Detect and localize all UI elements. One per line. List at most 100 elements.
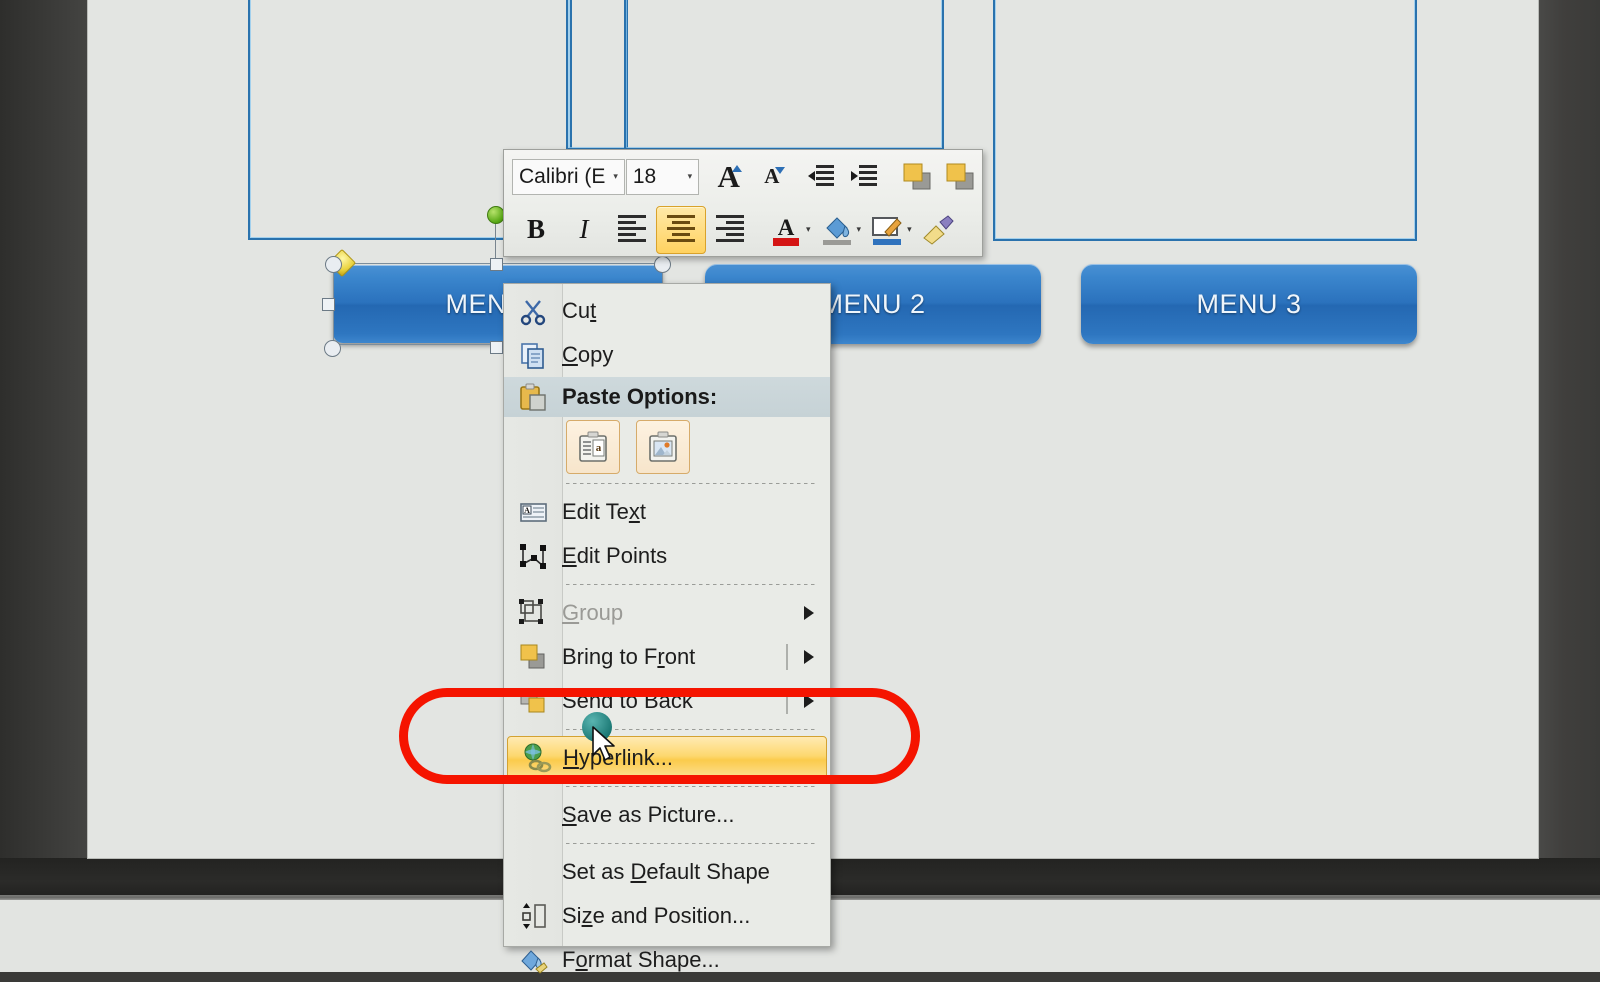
triangle-down-icon xyxy=(775,166,786,174)
context-menu-item-copy-label: Copy xyxy=(562,342,614,367)
resize-handle-top-right[interactable] xyxy=(654,256,671,273)
send-to-back-icon xyxy=(516,684,550,718)
italic-button[interactable]: I xyxy=(560,207,608,253)
font-color-button[interactable]: A xyxy=(762,207,810,253)
placeholder-box-3[interactable] xyxy=(624,0,944,150)
align-left-icon xyxy=(618,214,646,245)
context-menu-item-hyperlink-label: Hyperlink... xyxy=(563,745,674,770)
context-menu-item-hyperlink[interactable]: Hyperlink... xyxy=(507,736,827,780)
format-painter-button[interactable] xyxy=(914,207,962,253)
paste-use-destination-theme-button[interactable]: a xyxy=(566,420,620,474)
shape-menu-2-label: MENU 2 xyxy=(820,288,926,319)
click-indicator-dot xyxy=(582,712,612,742)
context-menu-separator-2 xyxy=(566,584,816,585)
paste-icon xyxy=(516,380,550,414)
align-right-button[interactable] xyxy=(706,207,754,253)
context-menu-item-group[interactable]: Group xyxy=(504,591,830,635)
grow-font-button[interactable]: A xyxy=(707,154,750,200)
context-menu-item-bring-to-front[interactable]: Bring to Front xyxy=(504,635,830,679)
font-size-combobox[interactable]: 18 ▾ xyxy=(625,158,700,195)
bring-forward-button[interactable] xyxy=(896,154,939,200)
submenu-divider xyxy=(786,688,788,714)
resize-handle-middle-left[interactable] xyxy=(322,298,335,311)
context-menu-item-set-as-default-shape-label: Set as Default Shape xyxy=(562,859,770,884)
placeholder-box-2[interactable] xyxy=(566,0,628,150)
resize-handle-top-left[interactable] xyxy=(325,256,342,273)
paste-use-destination-theme-icon: a xyxy=(579,431,607,462)
context-menu-item-set-as-default-shape[interactable]: Set as Default Shape xyxy=(504,850,830,894)
font-name-value: Calibri (E xyxy=(519,164,606,188)
mini-formatting-toolbar[interactable]: Calibri (E ▾ 18 ▾ A A B I A ▾ ▾ ▾ xyxy=(503,149,983,257)
context-menu-separator-5 xyxy=(566,843,816,844)
context-menu-item-edit-text-label: Edit Text xyxy=(562,499,646,524)
decrease-indent-icon xyxy=(808,164,835,186)
shrink-font-button[interactable]: A xyxy=(750,154,793,200)
font-color-icon: A xyxy=(773,215,799,246)
bold-button[interactable]: B xyxy=(512,207,560,253)
resize-handle-top-center[interactable] xyxy=(490,258,503,271)
context-menu-item-paste-options: Paste Options: xyxy=(504,377,830,417)
align-center-button[interactable] xyxy=(656,205,706,254)
shape-menu-3-label: MENU 3 xyxy=(1196,288,1302,319)
placeholder-box-4[interactable] xyxy=(993,0,1417,241)
increase-indent-button[interactable] xyxy=(843,154,886,200)
context-menu-item-edit-points[interactable]: Edit Points xyxy=(504,534,830,578)
chevron-down-icon[interactable]: ▾ xyxy=(613,171,618,182)
align-left-button[interactable] xyxy=(608,207,656,253)
context-menu-item-group-label: Group xyxy=(562,600,624,625)
context-menu-item-edit-text[interactable]: A Edit Text xyxy=(504,490,830,534)
svg-text:A: A xyxy=(778,215,795,240)
chevron-right-icon xyxy=(804,606,814,620)
context-menu-item-cut[interactable]: Cut xyxy=(504,289,830,333)
context-menu-item-send-to-back[interactable]: Send to Back xyxy=(504,679,830,723)
resize-handle-bottom-center[interactable] xyxy=(490,341,503,354)
bring-to-front-icon xyxy=(516,640,550,674)
copy-icon xyxy=(516,338,550,372)
svg-text:a: a xyxy=(596,442,602,454)
increase-indent-icon xyxy=(851,164,878,186)
format-painter-icon xyxy=(922,214,954,245)
fill-color-button[interactable] xyxy=(813,207,861,253)
chevron-right-icon[interactable] xyxy=(804,650,814,664)
resize-handle-bottom-left[interactable] xyxy=(324,340,341,357)
bold-label: B xyxy=(526,214,545,244)
decrease-indent-button[interactable] xyxy=(799,154,842,200)
triangle-up-icon xyxy=(732,164,743,172)
context-menu-item-format-shape-label: Format Shape... xyxy=(562,947,720,972)
align-center-icon xyxy=(667,214,695,245)
context-menu-item-size-and-position-label: Size and Position... xyxy=(562,903,751,928)
context-menu-item-bring-to-front-label: Bring to Front xyxy=(562,644,696,669)
submenu-divider xyxy=(786,644,788,670)
context-menu-separator-4 xyxy=(566,786,816,787)
chevron-down-icon[interactable]: ▾ xyxy=(688,171,693,182)
powerpoint-window: MENU 1 MENU 2 MENU 3 Calibri (E ▾ 18 ▾ A… xyxy=(0,0,1600,974)
send-backward-icon xyxy=(946,163,974,189)
paste-picture-button[interactable] xyxy=(636,420,690,474)
send-backward-button[interactable] xyxy=(939,154,982,200)
size-position-icon xyxy=(516,899,550,933)
context-menu-item-cut-label: Cut xyxy=(562,298,597,323)
chevron-right-icon[interactable] xyxy=(804,694,814,708)
workspace-right-background xyxy=(1538,0,1600,858)
context-menu-item-send-to-back-label: Send to Back xyxy=(562,688,693,713)
context-menu-item-size-and-position[interactable]: Size and Position... xyxy=(504,894,830,938)
edit-text-icon: A xyxy=(516,495,550,529)
context-menu-item-copy[interactable]: Copy xyxy=(504,333,830,377)
font-size-value: 18 xyxy=(632,164,657,188)
edit-points-icon xyxy=(516,539,550,573)
shape-menu-3[interactable]: MENU 3 xyxy=(1081,264,1417,344)
mini-toolbar-row-2: B I A ▾ ▾ ▾ xyxy=(504,203,982,256)
context-menu-item-save-as-picture-label: Save as Picture... xyxy=(562,802,735,827)
context-menu-item-save-as-picture[interactable]: Save as Picture... xyxy=(504,793,830,837)
shape-context-menu[interactable]: Cut Copy Paste Options: a A Edit Text Ed… xyxy=(503,283,831,974)
mini-toolbar-row-1: Calibri (E ▾ 18 ▾ A A xyxy=(504,150,982,203)
context-menu-item-format-shape[interactable]: Format Shape... xyxy=(504,938,830,982)
align-right-icon xyxy=(716,214,744,245)
fill-color-icon xyxy=(822,216,851,245)
font-name-combobox[interactable]: Calibri (E ▾ xyxy=(512,158,625,195)
scissors-icon xyxy=(516,294,550,328)
shape-outline-button[interactable] xyxy=(863,207,911,253)
hyperlink-icon xyxy=(520,741,554,775)
paste-picture-icon xyxy=(649,431,677,462)
context-menu-item-edit-points-label: Edit Points xyxy=(562,543,668,568)
